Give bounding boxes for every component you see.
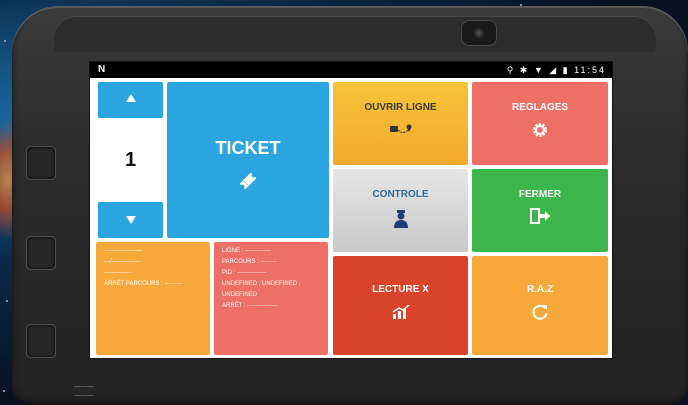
lecture-x-button[interactable]: LECTURE X	[333, 256, 468, 355]
arrow-up-icon	[125, 94, 136, 102]
info-parcours: PARCOURS : --------	[222, 259, 277, 265]
info-arret: ARRÊT : ---------------	[222, 303, 278, 309]
info-right-panel: LIGNE : ------------- PARCOURS : -------…	[214, 242, 328, 355]
speaker-grille	[74, 386, 94, 396]
gear-icon	[533, 123, 547, 137]
info-left-line2: ---/--------------	[104, 259, 140, 265]
counter-value: 1	[124, 149, 137, 171]
info-right-text: LIGNE : ------------- PARCOURS : -------…	[214, 242, 328, 316]
route-icon	[389, 124, 411, 133]
camera-icon	[461, 20, 497, 46]
reglages-label: REGLAGES	[511, 102, 569, 113]
info-left-line1: -------------------	[104, 248, 142, 254]
lecture-x-label: LECTURE X	[372, 284, 429, 295]
info-ligne: LIGNE : -------------	[222, 248, 271, 254]
screen-visor	[54, 16, 656, 52]
ouvrir-ligne-label: OUVRIR LIGNE	[364, 102, 437, 113]
status-icon-set: ⚲ ✱ ▼ ◢ ▮	[506, 65, 570, 75]
clock: 11:54	[574, 65, 606, 75]
side-button-3[interactable]	[26, 324, 56, 358]
arrow-down-icon	[125, 216, 136, 224]
controle-button[interactable]: CONTROLE	[333, 169, 468, 252]
exit-door-icon	[530, 208, 550, 224]
ticket-icon	[239, 172, 257, 190]
raz-button[interactable]: R.A.Z	[472, 256, 608, 355]
app-screen: N ⚲ ✱ ▼ ◢ ▮ 11:54 1 TICKET OUVRIR LIGNE …	[89, 61, 613, 359]
info-left-arret: ARRÊT PARCOURS : ---------	[104, 281, 183, 287]
status-icons: ⚲ ✱ ▼ ◢ ▮ 11:54	[507, 62, 606, 78]
counter-up-button[interactable]	[98, 82, 163, 118]
chart-up-icon	[392, 305, 409, 319]
fermer-label: FERMER	[518, 189, 562, 200]
status-bar: N ⚲ ✱ ▼ ◢ ▮ 11:54	[90, 62, 612, 78]
ticket-button[interactable]: TICKET	[167, 82, 329, 238]
side-button-2[interactable]	[26, 236, 56, 270]
info-left-panel: ------------------- ---/-------------- -…	[96, 242, 210, 355]
info-undefined: UNDEFINED , UNDEFINED , UNDEFINED	[222, 281, 301, 298]
raz-label: R.A.Z	[526, 284, 554, 295]
ouvrir-ligne-button[interactable]: OUVRIR LIGNE	[333, 82, 468, 165]
fermer-button[interactable]: FERMER	[472, 169, 608, 252]
ticket-label: TICKET	[215, 138, 281, 158]
counter-down-button[interactable]	[98, 202, 163, 238]
refresh-icon	[532, 304, 548, 320]
info-left-text: ------------------- ---/-------------- -…	[96, 242, 210, 294]
inspector-icon	[393, 210, 408, 228]
side-button-1[interactable]	[26, 146, 56, 180]
info-left-line3: --------------	[104, 270, 132, 276]
controle-label: CONTROLE	[372, 189, 429, 200]
info-pid: PID : ---------------	[222, 270, 267, 276]
reglages-button[interactable]: REGLAGES	[472, 82, 608, 165]
notification-icon: N	[98, 64, 106, 75]
